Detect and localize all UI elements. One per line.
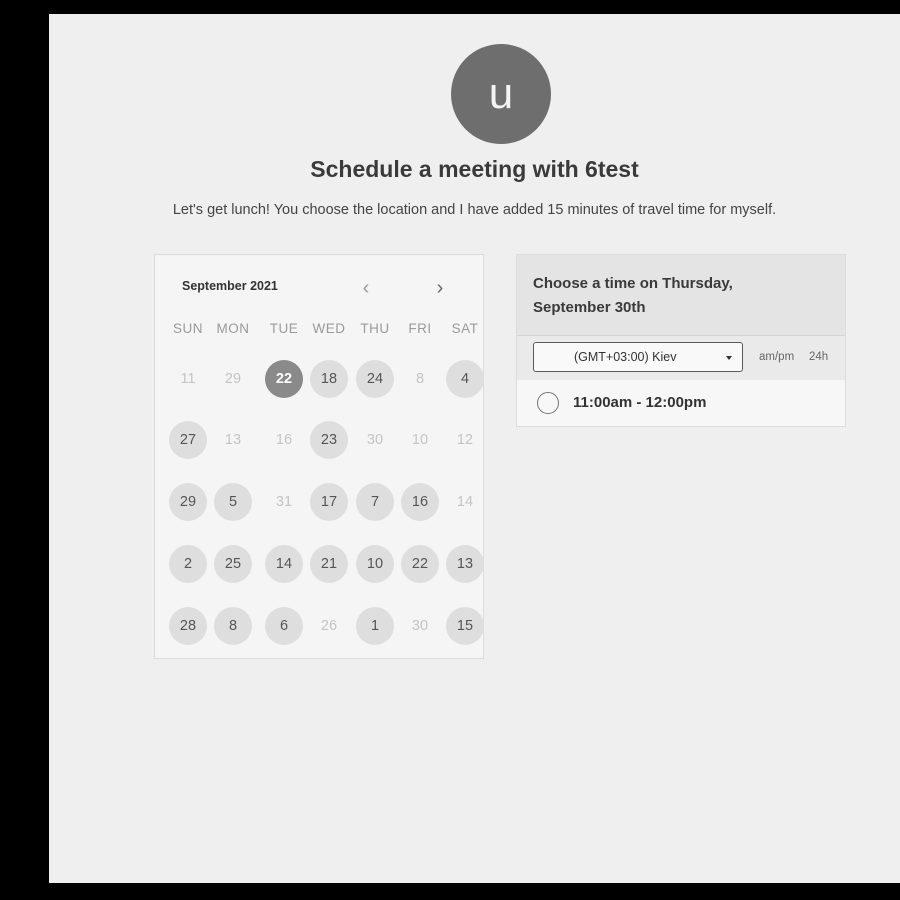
month-label: September 2021 <box>182 279 278 293</box>
page-subtitle: Let's get lunch! You choose the location… <box>172 202 777 218</box>
calendar-day[interactable]: 17 <box>310 483 348 521</box>
calendar-day[interactable]: 23 <box>310 421 348 459</box>
time-slot[interactable]: 11:00am - 12:00pm <box>517 380 845 426</box>
calendar-day: 31 <box>275 494 293 510</box>
calendar: September 2021 ‹ › SUN MON TUE WED THU FRI SAT… <box>154 254 484 659</box>
calendar-day: 11 <box>180 371 196 387</box>
weekday-label: FRI <box>408 321 432 336</box>
weekday-label: MON <box>216 321 250 336</box>
weekday-header: SUN MON TUE WED THU FRI SAT <box>155 321 485 341</box>
app-screen: u Schedule a meeting with 6test Let's ge… <box>49 14 900 883</box>
calendar-day-selected[interactable]: 22 <box>265 360 303 398</box>
calendar-day[interactable]: 8 <box>214 607 252 645</box>
weekday-label: SUN <box>172 321 203 336</box>
calendar-day: 30 <box>411 618 429 634</box>
calendar-day[interactable]: 15 <box>446 607 484 645</box>
weekday-label: TUE <box>269 321 299 336</box>
calendar-day: 14 <box>456 494 474 510</box>
format-24h-toggle[interactable]: 24h <box>809 351 828 363</box>
calendar-day[interactable]: 5 <box>214 483 252 521</box>
calendar-day[interactable]: 25 <box>214 545 252 583</box>
weekday-label: SAT <box>451 321 479 336</box>
calendar-day[interactable]: 13 <box>446 545 484 583</box>
weekday-label: WED <box>312 321 346 336</box>
calendar-day[interactable]: 29 <box>169 483 207 521</box>
timezone-select[interactable]: (GMT+03:00) Kiev <box>533 342 743 372</box>
calendar-day[interactable]: 22 <box>401 545 439 583</box>
prev-month-icon[interactable]: ‹ <box>355 277 377 299</box>
timezone-value: (GMT+03:00) Kiev <box>574 350 677 364</box>
calendar-day[interactable]: 27 <box>169 421 207 459</box>
time-panel-heading: Choose a time on Thursday, September 30t… <box>533 275 733 316</box>
calendar-day: 30 <box>366 432 384 448</box>
page-title: Schedule a meeting with 6test <box>310 156 639 182</box>
calendar-day: 10 <box>411 432 429 448</box>
time-panel: Choose a time on Thursday, September 30t… <box>516 254 846 427</box>
calendar-day[interactable]: 2 <box>169 545 207 583</box>
radio-icon[interactable] <box>537 392 559 414</box>
calendar-day: 26 <box>320 618 338 634</box>
weekday-label: THU <box>360 321 390 336</box>
calendar-day[interactable]: 28 <box>169 607 207 645</box>
calendar-day[interactable]: 18 <box>310 360 348 398</box>
calendar-day[interactable]: 14 <box>265 545 303 583</box>
timezone-row: (GMT+03:00) Kiev am/pm 24h <box>517 336 845 380</box>
calendar-day[interactable]: 4 <box>446 360 484 398</box>
calendar-day: 12 <box>456 432 474 448</box>
avatar: u <box>451 44 551 144</box>
time-panel-header: Choose a time on Thursday, September 30t… <box>517 255 845 336</box>
calendar-day[interactable]: 1 <box>356 607 394 645</box>
calendar-day[interactable]: 7 <box>356 483 394 521</box>
avatar-initial: u <box>488 69 514 118</box>
format-ampm-toggle[interactable]: am/pm <box>759 351 794 363</box>
calendar-day: 16 <box>275 432 293 448</box>
calendar-day: 29 <box>224 371 242 387</box>
calendar-day[interactable]: 6 <box>265 607 303 645</box>
time-slot-label: 11:00am - 12:00pm <box>573 394 707 411</box>
calendar-day[interactable]: 21 <box>310 545 348 583</box>
calendar-day: 13 <box>224 432 242 448</box>
calendar-day[interactable]: 24 <box>356 360 394 398</box>
calendar-day[interactable]: 16 <box>401 483 439 521</box>
caret-down-icon <box>726 356 732 360</box>
calendar-day: 8 <box>415 371 425 387</box>
calendar-day[interactable]: 10 <box>356 545 394 583</box>
next-month-icon[interactable]: › <box>429 277 451 299</box>
